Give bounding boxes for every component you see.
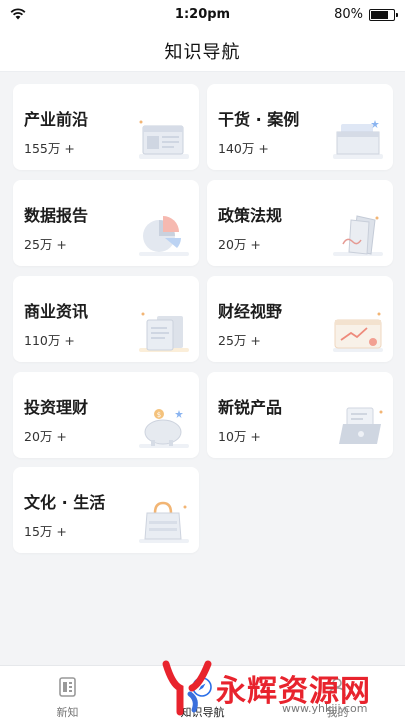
card-count: 25万 + [24,237,67,252]
card-title: 文化 · 生活 [24,493,106,512]
tab-label: 知识导航 [180,706,225,719]
card-title: 投资理财 [24,398,89,417]
battery-fill [371,10,388,19]
card-data-reports[interactable]: 数据报告 25万 + [13,180,199,266]
nav-bar: 知识导航 [0,30,405,72]
card-title: 商业资讯 [24,302,89,321]
card-title: 财经视野 [218,302,283,321]
card-count: 110万 + [24,333,75,348]
card-title: 产业前沿 [24,110,89,129]
compass-icon [192,677,212,697]
card-count: 25万 + [218,333,261,348]
pie-chart-icon [139,216,189,256]
status-bar: 1:20pm 80% [0,0,405,30]
case-folder-icon [333,120,383,159]
tab-news[interactable]: 新知 [0,666,135,720]
card-investment[interactable]: 投资理财 20万 + $ [13,372,199,458]
card-business-news[interactable]: 商业资讯 110万 + [13,276,199,362]
card-count: 20万 + [24,429,67,444]
card-industry-frontier[interactable]: 产业前沿 155万 + [13,84,199,170]
tab-mine[interactable]: 我的 [270,666,405,720]
card-count: 15万 + [24,524,67,539]
newspaper-icon [139,120,189,159]
card-finance-vision[interactable]: 财经视野 25万 + [207,276,393,362]
battery-percent: 80% [334,7,363,22]
card-policies[interactable]: 政策法规 20万 + [207,180,393,266]
page-title: 知识导航 [164,42,241,63]
tab-label: 新知 [56,706,79,719]
card-title: 政策法规 [218,206,283,225]
svg-text:$: $ [157,411,161,419]
card-new-products[interactable]: 新锐产品 10万 + [207,372,393,458]
card-count: 20万 + [218,237,261,252]
card-culture-life[interactable]: 文化 · 生活 15万 + [13,467,199,553]
battery-indicator: 80% [334,7,398,22]
battery-icon [369,8,398,21]
shopping-bag-icon [139,501,189,543]
document-stack-icon [139,312,189,352]
card-cases[interactable]: 干货 · 案例 140万 + [207,84,393,170]
tab-bar: 新知 知识导航 我的 [0,665,405,720]
trend-chart-icon [333,312,383,352]
card-title: 数据报告 [24,206,89,225]
card-count: 10万 + [218,429,261,444]
tab-label: 我的 [326,706,349,719]
piggy-bank-icon: $ [139,409,189,448]
policy-document-icon [333,215,383,256]
news-icon [59,677,76,697]
card-count: 155万 + [24,141,75,156]
laptop-icon [339,407,383,444]
card-count: 140万 + [218,141,269,156]
card-title: 新锐产品 [218,398,283,417]
card-title: 干货 · 案例 [218,110,300,129]
user-icon [328,678,346,697]
tab-knowledge-nav[interactable]: 知识导航 [135,666,270,720]
